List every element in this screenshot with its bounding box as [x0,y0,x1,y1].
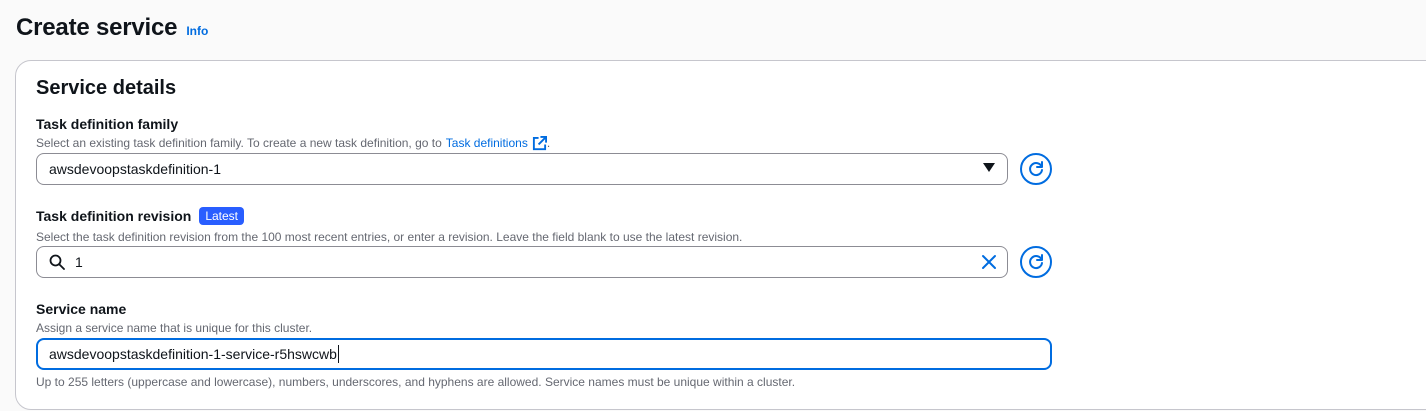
refresh-icon [1027,160,1045,178]
close-icon[interactable] [981,254,997,270]
trailing-period: . [546,136,551,150]
task-revision-search-input[interactable]: 1 [36,246,1008,278]
task-definitions-link[interactable]: Task definitions [446,136,528,150]
page-header: Create service Info [16,14,208,42]
external-link-icon[interactable] [532,135,547,151]
service-name-label: Service name [36,301,127,317]
task-revision-refresh-button[interactable] [1020,246,1052,278]
task-revision-label: Task definition revision Latest [36,207,742,225]
task-revision-label-text: Task definition revision [36,208,192,224]
service-details-container: Service details Task definition family S… [15,60,1426,410]
service-name-constraint: Up to 255 letters (uppercase and lowerca… [36,375,796,389]
latest-badge: Latest [199,207,245,225]
service-name-input[interactable]: awsdevoopstaskdefinition-1-service-r5hsw… [36,338,1052,370]
task-family-description-text: Select an existing task definition famil… [36,136,442,150]
refresh-icon [1027,253,1045,271]
task-revision-field: Task definition revision Latest Select t… [36,207,742,245]
caret-down-icon [983,163,995,173]
task-family-field: Task definition family Select an existin… [36,115,550,151]
task-family-select[interactable]: awsdevoopstaskdefinition-1 [36,153,1008,185]
task-family-description: Select an existing task definition famil… [36,135,550,151]
task-family-refresh-button[interactable] [1020,153,1052,185]
section-title: Service details [36,77,177,99]
service-name-description: Assign a service name that is unique for… [36,321,313,335]
info-link[interactable]: Info [186,24,208,38]
task-revision-description: Select the task definition revision from… [36,230,743,244]
task-revision-value: 1 [75,254,83,270]
task-family-selected-value: awsdevoopstaskdefinition-1 [49,161,221,177]
text-cursor [337,345,339,363]
service-name-value: awsdevoopstaskdefinition-1-service-r5hsw… [49,346,337,362]
service-name-field: Service name Assign a service name that … [36,300,312,336]
task-family-label: Task definition family [36,116,179,132]
page-title: Create service [16,14,178,41]
search-icon [49,254,65,270]
